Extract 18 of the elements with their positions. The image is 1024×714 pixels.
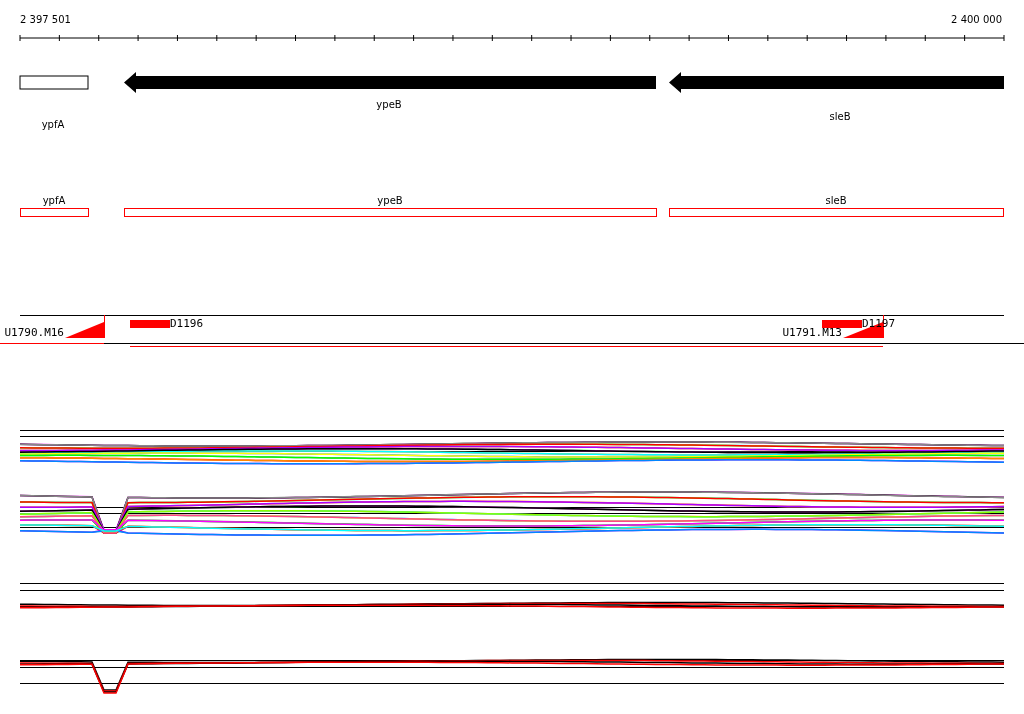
cds-box[interactable]: [124, 208, 657, 217]
gene-label: ypfA: [41, 119, 65, 130]
coordinate-label: 2 397 501: [20, 14, 71, 25]
cds-box[interactable]: [20, 208, 89, 217]
gene-label: ypeB: [376, 99, 402, 110]
cds-label: ypeB: [377, 195, 403, 206]
cds-box[interactable]: [669, 208, 1004, 217]
gene-arrow[interactable]: [669, 72, 1004, 93]
gene-label: sleB: [829, 111, 851, 122]
coordinate-label: 2 400 000: [951, 14, 1002, 25]
probe-label: U1791.M13: [782, 326, 842, 339]
probe-label: D1196: [170, 317, 204, 330]
gene-box[interactable]: [19, 75, 89, 90]
cds-label: sleB: [825, 195, 847, 206]
probe-label: U1790.M16: [4, 326, 64, 339]
gene-arrow[interactable]: [124, 72, 656, 93]
cds-label: ypfA: [42, 195, 66, 206]
probe-ramp[interactable]: [65, 315, 105, 338]
